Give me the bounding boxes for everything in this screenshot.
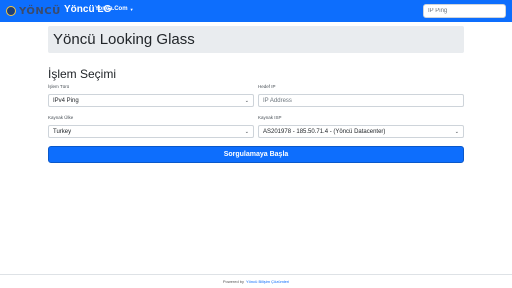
section-title: İşlem Seçimi [48, 67, 117, 81]
caret-down-icon: ▼ [129, 6, 134, 12]
page-title: Yöncü Looking Glass [53, 31, 195, 48]
footer: Powered by Yöncü Bilişim Çözümleri [0, 274, 512, 288]
source-isp-label: Kaynak ISP [258, 115, 282, 120]
chevron-down-icon: ⌄ [454, 128, 459, 135]
source-country-value: Turkey [53, 128, 72, 135]
target-ip-label: Hedef IP [258, 84, 276, 89]
operation-type-select[interactable]: IPv4 Ping ⌄ [48, 94, 254, 107]
search-input[interactable] [423, 4, 506, 18]
source-isp-select[interactable]: AS201978 - 185.50.71.4 - (Yöncü Datacent… [258, 125, 464, 138]
target-ip-placeholder: IP Address [263, 97, 292, 104]
source-country-select[interactable]: Turkey ⌄ [48, 125, 254, 138]
source-isp-value: AS201978 - 185.50.71.4 - (Yöncü Datacent… [263, 128, 386, 135]
operation-type-value: IPv4 Ping [53, 97, 79, 104]
operation-type-label: İşlem Türü [48, 84, 70, 89]
chevron-down-icon: ⌄ [244, 128, 249, 135]
header-banner: Yöncü Looking Glass [48, 26, 464, 53]
logo-icon [6, 6, 16, 16]
submit-button[interactable]: Sorgulamaya Başla [48, 146, 464, 163]
footer-prefix: Powered by [222, 279, 244, 284]
footer-link[interactable]: Yöncü Bilişim Çözümleri [246, 279, 289, 284]
chevron-down-icon: ⌄ [244, 97, 249, 104]
nav-dropdown-label: Yonca.Com [95, 6, 128, 12]
source-country-label: Kaynak Ülke [48, 115, 74, 120]
target-ip-input[interactable]: IP Address [258, 94, 464, 107]
nav-dropdown[interactable]: Yonca.Com ▼ [95, 6, 134, 12]
top-navbar: YÖNCÜ Yöncü LG Yonca.Com ▼ [0, 0, 512, 22]
logo-text: YÖNCÜ [19, 5, 61, 17]
logo[interactable]: YÖNCÜ [6, 4, 62, 18]
